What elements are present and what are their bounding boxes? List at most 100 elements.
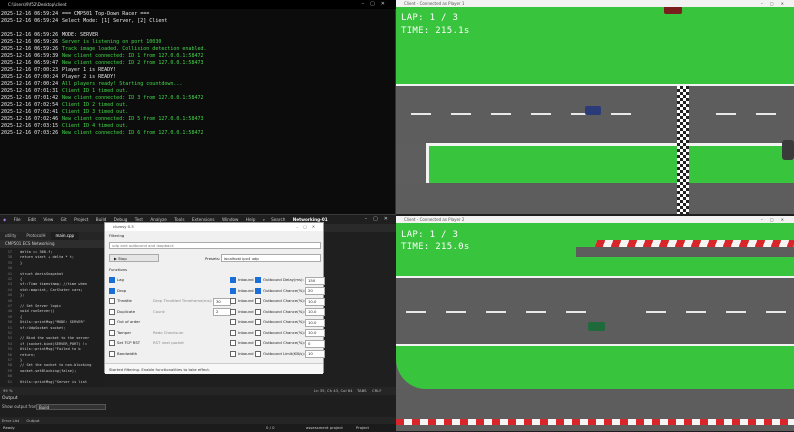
outbound-checkbox[interactable] — [255, 308, 261, 315]
code-line[interactable]: }; — [20, 293, 24, 297]
stop-button[interactable]: ▶ Stop — [109, 254, 159, 262]
code-line[interactable]: Utils::printMsg("Failed to b — [20, 347, 81, 351]
line-ending[interactable]: CRLF — [372, 387, 382, 395]
function-enable-checkbox[interactable] — [109, 298, 115, 304]
outbound-checkbox[interactable] — [255, 298, 261, 304]
menu-git[interactable]: Git — [61, 217, 67, 222]
inbound-checkbox[interactable] — [230, 308, 236, 315]
inbound-label: Inbound — [238, 329, 254, 335]
param-input[interactable]: 0 — [305, 339, 325, 348]
param-input[interactable]: 10.0 — [305, 308, 325, 316]
outbound-label: Outbound — [263, 340, 282, 345]
function-enable-checkbox[interactable] — [109, 340, 115, 346]
outbound-checkbox[interactable] — [255, 340, 261, 346]
presets-select[interactable]: localhost ipv4 udp — [221, 254, 321, 262]
inbound-checkbox[interactable] — [230, 350, 236, 357]
function-extra-input[interactable]: 2 — [213, 308, 231, 316]
param-input[interactable]: 10.0 — [305, 318, 325, 327]
code-line[interactable]: Utils::printMsg("MODE: SERVER" — [20, 320, 85, 324]
console-timestamp: 2025-12-16 07:00:23 — [1, 67, 59, 73]
outbound-checkbox[interactable] — [255, 350, 261, 357]
tab-protocol[interactable]: ProtocolH — [21, 232, 50, 240]
param-input[interactable]: 10.0 — [305, 297, 325, 306]
menu-file[interactable]: File — [14, 217, 21, 222]
zoom-level[interactable]: 95 % — [3, 388, 13, 393]
tab-utility[interactable]: utility — [0, 232, 21, 240]
inbound-checkbox[interactable] — [230, 287, 236, 294]
game-window-controls[interactable]: –▢✕ — [761, 0, 791, 7]
code-editor[interactable]: 37 delta == 360.f; 38 return start + delt… — [0, 248, 104, 388]
tab-main-cpp[interactable]: main.cpp — [50, 232, 80, 240]
game-window-controls[interactable]: –▢✕ — [761, 216, 791, 223]
code-line[interactable]: sf::UdpSocket socket; — [20, 326, 65, 330]
code-line[interactable]: if (socket.bind(SERVER_PORT) != — [20, 342, 87, 346]
param-input[interactable]: 10.0 — [305, 329, 325, 337]
code-line[interactable]: } — [20, 261, 22, 265]
console-message: All players ready! Starting countdown... — [62, 81, 183, 87]
code-line[interactable]: { — [20, 315, 22, 319]
code-line[interactable]: } — [20, 358, 22, 362]
console-window-controls[interactable]: –▢✕ — [362, 0, 391, 9]
inbound-checkbox[interactable] — [230, 298, 236, 304]
param-input[interactable]: 150 — [305, 276, 325, 285]
code-line[interactable]: // Set Server logic — [20, 304, 61, 308]
inbound-checkbox[interactable] — [230, 340, 236, 346]
menu-view[interactable]: View — [43, 217, 53, 222]
function-enable-checkbox[interactable] — [109, 319, 115, 325]
code-line[interactable]: socket.setBlocking(false); — [20, 369, 76, 373]
code-line[interactable]: return start + delta * t; — [20, 255, 74, 259]
inbound-checkbox[interactable] — [230, 329, 236, 336]
menu-project[interactable]: Project — [74, 217, 88, 222]
console-line: 2025-12-16 07:01:42 New client connected:… — [1, 95, 393, 102]
function-enable-checkbox[interactable] — [109, 350, 115, 357]
param-label: Chance(%): — [283, 308, 306, 314]
console-timestamp: 2025-12-16 07:03:15 — [1, 123, 59, 129]
code-line[interactable]: { — [20, 277, 22, 281]
code-line[interactable]: std::map<int, CarState> cars; — [20, 288, 83, 292]
code-line[interactable]: struct AmrisSnapshot — [20, 272, 63, 276]
inbound-label: Inbound — [238, 319, 254, 324]
function-extra-input[interactable]: 30 — [213, 297, 231, 306]
bottom-tabs: Error List Output — [0, 417, 396, 424]
inbound-checkbox[interactable] — [230, 319, 236, 325]
line-number: 61 — [7, 379, 12, 384]
function-enable-checkbox[interactable] — [109, 287, 115, 294]
filter-input[interactable]: udp and outbound and loopback — [109, 242, 321, 249]
console-message: Client ID 3 timed out. — [62, 109, 129, 115]
function-enable-checkbox[interactable] — [109, 329, 115, 336]
outbound-checkbox[interactable] — [255, 277, 261, 283]
inbound-checkbox[interactable] — [230, 277, 236, 283]
function-enable-checkbox[interactable] — [109, 277, 115, 283]
line-number: 42 — [7, 277, 12, 281]
menu-edit[interactable]: Edit — [28, 217, 36, 222]
cursor-position: Ln 35, Ch 43, Col 64 — [314, 388, 353, 393]
code-line[interactable]: delta == 360.f; — [20, 250, 52, 254]
function-enable-checkbox[interactable] — [109, 308, 115, 315]
param-label: Limit(KB/s): — [283, 350, 306, 356]
server-console-window: C:\Users\9\f52\Desktop\client –▢✕ 2025-1… — [0, 0, 396, 214]
ide-window-controls[interactable]: –▢✕ — [365, 215, 394, 224]
clumsy-window-controls[interactable]: –▢✕ — [296, 223, 320, 231]
output-source-select[interactable]: Build — [36, 404, 106, 410]
code-line[interactable]: return; — [20, 353, 35, 357]
console-message: === CMP501 Top-Down Racer === — [62, 11, 150, 17]
console-line: 2025-12-16 06:59:26 MODE: SERVER — [1, 32, 393, 39]
param-input[interactable]: 20 — [305, 287, 325, 295]
outbound-checkbox[interactable] — [255, 329, 261, 336]
navigation-bar[interactable]: CMP501 ECS Networking — [0, 240, 104, 248]
code-line[interactable]: // Bind the socket to the server — [20, 336, 89, 340]
tab-output[interactable]: Output — [26, 418, 39, 423]
code-line[interactable]: Utils::printMsg("Server is list — [20, 380, 87, 384]
code-line[interactable]: void runServer() — [20, 309, 55, 313]
param-input[interactable]: 10 — [305, 350, 325, 358]
code-line[interactable]: sf::Time timestamp; //time when — [20, 282, 87, 286]
outbound-checkbox[interactable] — [255, 287, 261, 294]
param-label: Chance(%): — [283, 340, 306, 345]
outbound-checkbox[interactable] — [255, 319, 261, 325]
line-number: 37 — [7, 250, 12, 254]
tab-error-list[interactable]: Error List — [2, 418, 19, 423]
code-line[interactable]: // Set the socket to non-blocking — [20, 363, 91, 367]
indent-mode[interactable]: TABS — [357, 387, 367, 395]
presets-label: Presets: — [205, 256, 221, 261]
editor-tabs: utility ProtocolH main.cpp — [0, 232, 104, 240]
